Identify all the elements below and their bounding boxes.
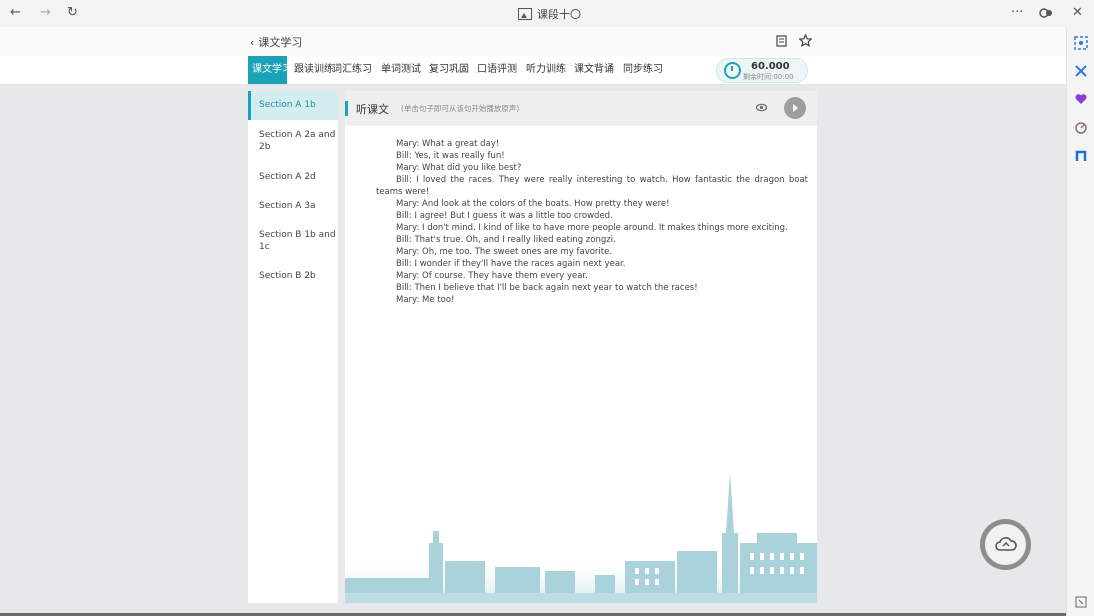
- score-value: 60.000: [751, 61, 790, 72]
- dialog-line[interactable]: Bill: Yes, it was really fun!: [376, 150, 808, 162]
- sidebar-item-section-a-3a[interactable]: Section A 3a: [248, 200, 338, 212]
- browser-side-rail: [1066, 27, 1094, 616]
- back-button[interactable]: ‹ 课文学习: [250, 34, 302, 50]
- clock-icon: [724, 62, 741, 79]
- sidebar-item-section-a-2d[interactable]: Section A 2d: [248, 171, 338, 183]
- refresh-icon[interactable]: ↻: [67, 5, 78, 21]
- panel-accent-bar: [345, 101, 348, 116]
- listening-panel: 听课文 (单击句子即可从该句开始播放原声) Mary: What a great…: [345, 91, 817, 603]
- sidebar-item-section-a-1b[interactable]: Section A 1b: [248, 91, 338, 120]
- tab-vocabulary[interactable]: 词汇练习: [328, 56, 376, 84]
- chevron-left-icon: ‹: [250, 35, 255, 49]
- heart-icon[interactable]: [1074, 92, 1088, 106]
- document-icon[interactable]: [776, 35, 787, 47]
- panel-title: 听课文: [356, 103, 389, 116]
- score-subtext: 剩余时间:00:00: [743, 73, 794, 81]
- cloud-icon: [995, 537, 1017, 551]
- forward-arrow-icon[interactable]: →: [40, 5, 51, 21]
- star-icon[interactable]: [799, 34, 812, 47]
- screenshot-icon[interactable]: [1074, 36, 1088, 50]
- translate-icon[interactable]: [1074, 64, 1088, 78]
- sidebar-item-section-b-1b-1c[interactable]: Section B 1b and 1c: [248, 229, 338, 253]
- extensions-icon[interactable]: [1039, 7, 1053, 19]
- tab-oral[interactable]: 口语评测: [473, 56, 521, 84]
- dialog-line[interactable]: Bill: I agree! But I guess it was a litt…: [376, 210, 808, 222]
- window-titlebar: ← → ↻ 课段十〇 ··· ✕: [0, 0, 1094, 27]
- dialog-line[interactable]: Bill: I wonder if they'll have the races…: [376, 258, 808, 270]
- image-icon: [518, 8, 532, 20]
- dialog-line[interactable]: Mary: What did you like best?: [376, 162, 808, 174]
- window-title-area: 课段十〇: [518, 6, 581, 22]
- sidebar-item-section-b-2b[interactable]: Section B 2b: [248, 270, 338, 282]
- dialog-line[interactable]: Mary: I don't mind. I kind of like to ha…: [376, 222, 808, 234]
- tab-listening[interactable]: 听力训练: [522, 56, 570, 84]
- tab-text-study[interactable]: 课文学习: [248, 56, 292, 84]
- dialog-line[interactable]: Bill: Then I believe that I'll be back a…: [376, 282, 808, 294]
- app-n-icon[interactable]: [1074, 149, 1088, 163]
- tab-review[interactable]: 复习巩固: [425, 56, 473, 84]
- sidebar-item-section-a-2a-2b[interactable]: Section A 2a and 2b: [248, 129, 338, 153]
- dialog-line[interactable]: Mary: And look at the colors of the boat…: [376, 198, 808, 210]
- eye-icon[interactable]: [756, 102, 767, 113]
- app-header: ‹ 课文学习: [0, 27, 1066, 57]
- panel-hint: (单击句子即可从该句开始播放原声): [401, 104, 520, 113]
- more-icon[interactable]: ···: [1011, 5, 1023, 21]
- dialog-line[interactable]: Bill: I loved the races. They were reall…: [376, 174, 808, 198]
- dialog-line[interactable]: Bill: That's true. Oh, and I really like…: [376, 234, 808, 246]
- section-sidebar: Section A 1b Section A 2a and 2b Section…: [248, 91, 338, 603]
- gauge-icon[interactable]: [1074, 121, 1088, 135]
- dialog-transcript: Mary: What a great day! Bill: Yes, it wa…: [376, 138, 808, 306]
- window-title: 课段十〇: [537, 8, 581, 21]
- sidebar-settings-icon[interactable]: [1074, 595, 1088, 609]
- dialog-line[interactable]: Mary: Of course. They have them every ye…: [376, 270, 808, 282]
- back-arrow-icon[interactable]: ←: [10, 5, 21, 21]
- back-label: 课文学习: [258, 36, 303, 49]
- tab-bar: 课文学习 跟读训练 词汇练习 单词测试 复习巩固 口语评测 听力训练 课文背诵 …: [0, 56, 1066, 85]
- tab-exercise[interactable]: 同步练习: [619, 56, 667, 84]
- tab-recite[interactable]: 课文背诵: [570, 56, 618, 84]
- tab-word-test[interactable]: 单词测试: [377, 56, 425, 84]
- dialog-line[interactable]: Mary: Oh, me too. The sweet ones are my …: [376, 246, 808, 258]
- city-skyline-illustration: [345, 473, 817, 603]
- play-button[interactable]: [784, 97, 806, 119]
- dialog-line[interactable]: Mary: Me too!: [376, 294, 808, 306]
- score-timer[interactable]: 60.000 剩余时间:00:00: [716, 58, 808, 83]
- close-icon[interactable]: ✕: [1072, 5, 1083, 21]
- cloud-sync-button[interactable]: [980, 519, 1031, 570]
- dialog-line[interactable]: Mary: What a great day!: [376, 138, 808, 150]
- panel-header: 听课文 (单击句子即可从该句开始播放原声): [345, 91, 817, 126]
